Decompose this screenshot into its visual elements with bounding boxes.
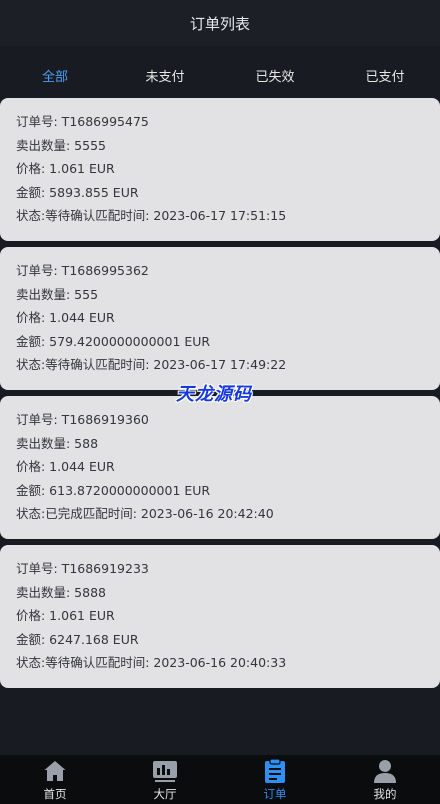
order-quantity: 卖出数量: 588 [16, 435, 99, 451]
order-amount: 金额: 6247.168 EUR [16, 631, 139, 647]
order-quantity: 卖出数量: 5555 [16, 137, 106, 153]
order-card[interactable]: 订单号: T1686995475 卖出数量: 5555 价格: 1.061 EU… [0, 98, 440, 241]
order-number: 订单号: T1686995362 [16, 263, 149, 278]
order-card[interactable]: 订单号: T1686995362 卖出数量: 555 价格: 1.044 EUR… [0, 247, 440, 390]
chart-icon [152, 758, 178, 784]
user-icon [373, 758, 397, 784]
page-title: 订单列表 [189, 14, 250, 33]
nav-hall-label: 大厅 [153, 786, 177, 801]
order-amount: 金额: 613.8720000000001 EUR [16, 482, 211, 498]
nav-mine-label: 我的 [373, 786, 397, 801]
top-bar: 订单列表 [0, 0, 440, 46]
tab-unpaid[interactable]: 未支付 [110, 66, 220, 85]
order-price: 价格: 1.061 EUR [16, 161, 115, 177]
watermark: 天龙源码 [176, 384, 252, 405]
order-status: 状态:等待确认匹配时间: 2023-06-17 17:49:22 [16, 357, 287, 373]
order-amount: 金额: 5893.855 EUR [16, 184, 139, 200]
order-price: 价格: 1.061 EUR [16, 608, 115, 624]
tab-all[interactable]: 全部 [0, 66, 110, 85]
order-status: 状态:等待确认匹配时间: 2023-06-17 17:51:15 [16, 208, 287, 224]
home-icon [43, 758, 67, 784]
order-status: 状态:等待确认匹配时间: 2023-06-16 20:40:33 [16, 655, 287, 671]
nav-home[interactable]: 首页 [0, 758, 110, 802]
order-number: 订单号: T1686995475 [16, 114, 149, 129]
nav-home-label: 首页 [43, 786, 67, 801]
nav-mine[interactable]: 我的 [330, 758, 440, 802]
nav-orders-label: 订单 [263, 786, 287, 801]
order-card[interactable]: 订单号: T1686919360 卖出数量: 588 价格: 1.044 EUR… [0, 396, 440, 539]
order-number: 订单号: T1686919360 [16, 412, 149, 427]
order-filter-tabs: 全部 未支付 已失效 已支付 [0, 53, 440, 97]
order-status: 状态:已完成匹配时间: 2023-06-16 20:42:40 [16, 506, 274, 522]
order-number: 订单号: T1686919233 [16, 561, 149, 576]
nav-hall[interactable]: 大厅 [110, 758, 220, 802]
order-quantity: 卖出数量: 5888 [16, 584, 106, 600]
order-price: 价格: 1.044 EUR [16, 459, 115, 475]
tab-paid[interactable]: 已支付 [330, 66, 440, 85]
bottom-nav: 首页 大厅 订单 我的 [0, 755, 440, 804]
clipboard-icon [263, 757, 287, 784]
nav-orders[interactable]: 订单 [220, 757, 330, 802]
order-card[interactable]: 订单号: T1686919233 卖出数量: 5888 价格: 1.061 EU… [0, 545, 440, 688]
order-quantity: 卖出数量: 555 [16, 286, 99, 302]
order-price: 价格: 1.044 EUR [16, 310, 115, 326]
tab-expired[interactable]: 已失效 [220, 66, 330, 85]
order-amount: 金额: 579.4200000000001 EUR [16, 333, 211, 349]
